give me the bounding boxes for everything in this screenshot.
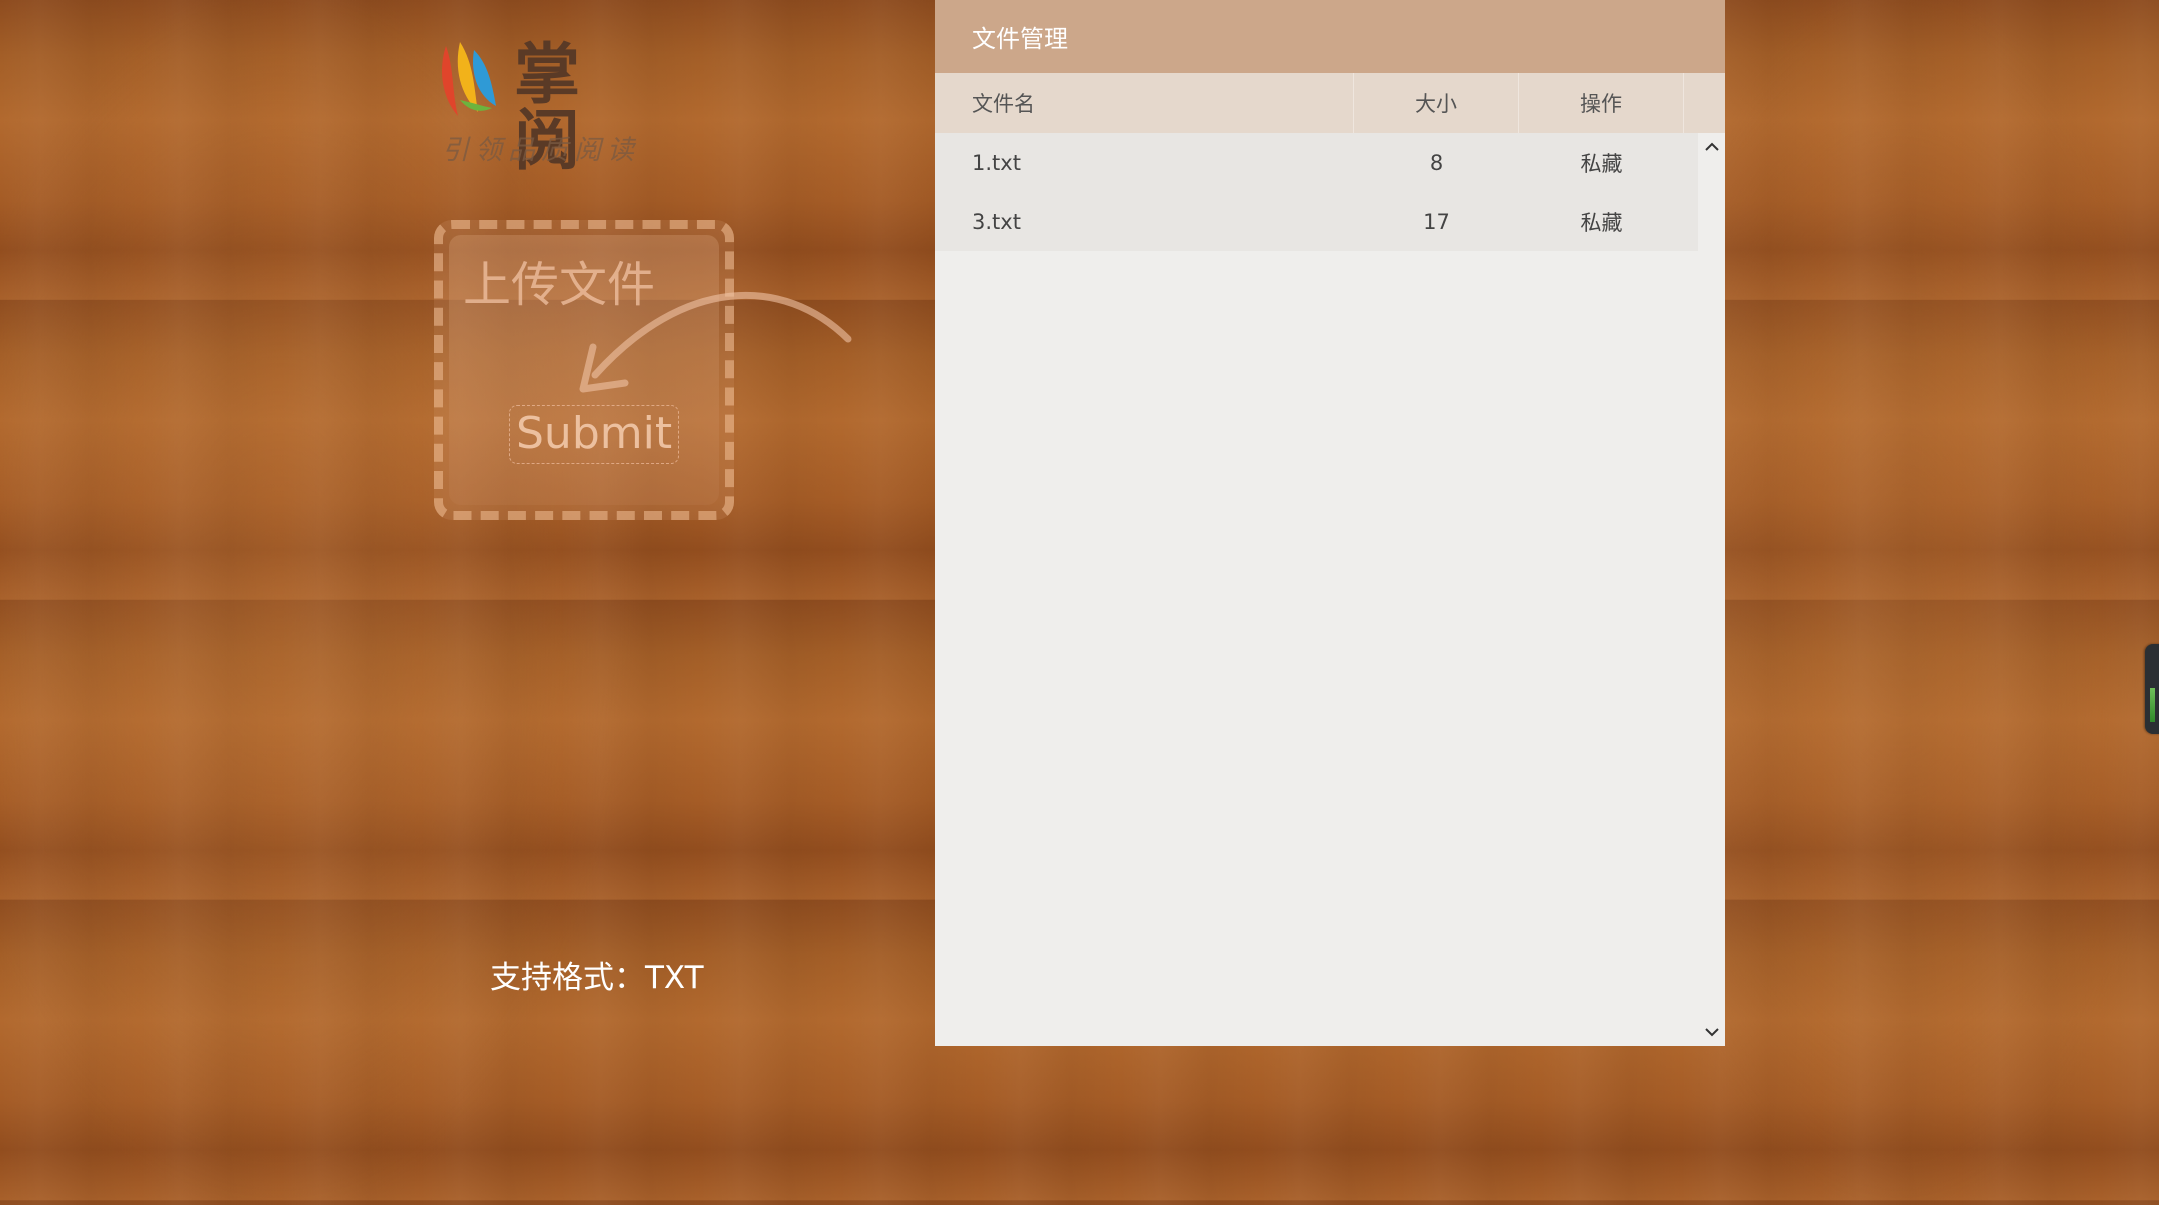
curved-arrow-icon bbox=[579, 291, 852, 393]
file-size: 8 bbox=[1429, 150, 1444, 175]
vertical-scrollbar[interactable] bbox=[1698, 133, 1725, 1046]
chevron-up-icon bbox=[1704, 142, 1719, 151]
file-manager-panel: 文件管理 文件名 大小 操作 1.txt 8 私藏 3.txt 17 私藏 bbox=[935, 0, 1725, 1046]
table-header: 文件名 大小 操作 bbox=[935, 73, 1725, 133]
table-body[interactable]: 1.txt 8 私藏 3.txt 17 私藏 bbox=[935, 133, 1725, 1046]
logo-slogan: 引领品质阅读 bbox=[442, 135, 640, 166]
chevron-down-icon bbox=[1704, 1028, 1719, 1037]
side-widget-handle[interactable] bbox=[2145, 644, 2159, 734]
file-name: 3.txt bbox=[972, 209, 1021, 234]
file-size: 17 bbox=[1423, 209, 1450, 234]
private-collect-link[interactable]: 私藏 bbox=[1519, 133, 1684, 192]
file-list: 1.txt 8 私藏 3.txt 17 私藏 bbox=[935, 133, 1698, 251]
column-header-spacer bbox=[1684, 73, 1725, 133]
table-row[interactable]: 1.txt 8 私藏 bbox=[935, 133, 1698, 192]
private-collect-link[interactable]: 私藏 bbox=[1519, 192, 1684, 251]
file-manager-title: 文件管理 bbox=[935, 0, 1725, 73]
submit-button[interactable]: Submit bbox=[509, 405, 680, 464]
supported-formats-text: 支持格式：TXT bbox=[490, 960, 704, 996]
scroll-up-button[interactable] bbox=[1698, 135, 1725, 159]
column-header-filename: 文件名 bbox=[935, 73, 1354, 133]
battery-level-icon bbox=[2150, 688, 2155, 722]
file-name: 1.txt bbox=[972, 150, 1021, 175]
scroll-down-button[interactable] bbox=[1698, 1020, 1725, 1044]
column-header-action: 操作 bbox=[1519, 73, 1684, 133]
brand-logo: 掌阅 引领品质阅读 bbox=[438, 36, 640, 174]
column-header-size: 大小 bbox=[1354, 73, 1519, 133]
upload-dropzone[interactable]: 上传文件 Submit bbox=[434, 220, 852, 520]
zhangyue-logo-icon bbox=[442, 42, 496, 116]
table-row[interactable]: 3.txt 17 私藏 bbox=[935, 192, 1698, 251]
